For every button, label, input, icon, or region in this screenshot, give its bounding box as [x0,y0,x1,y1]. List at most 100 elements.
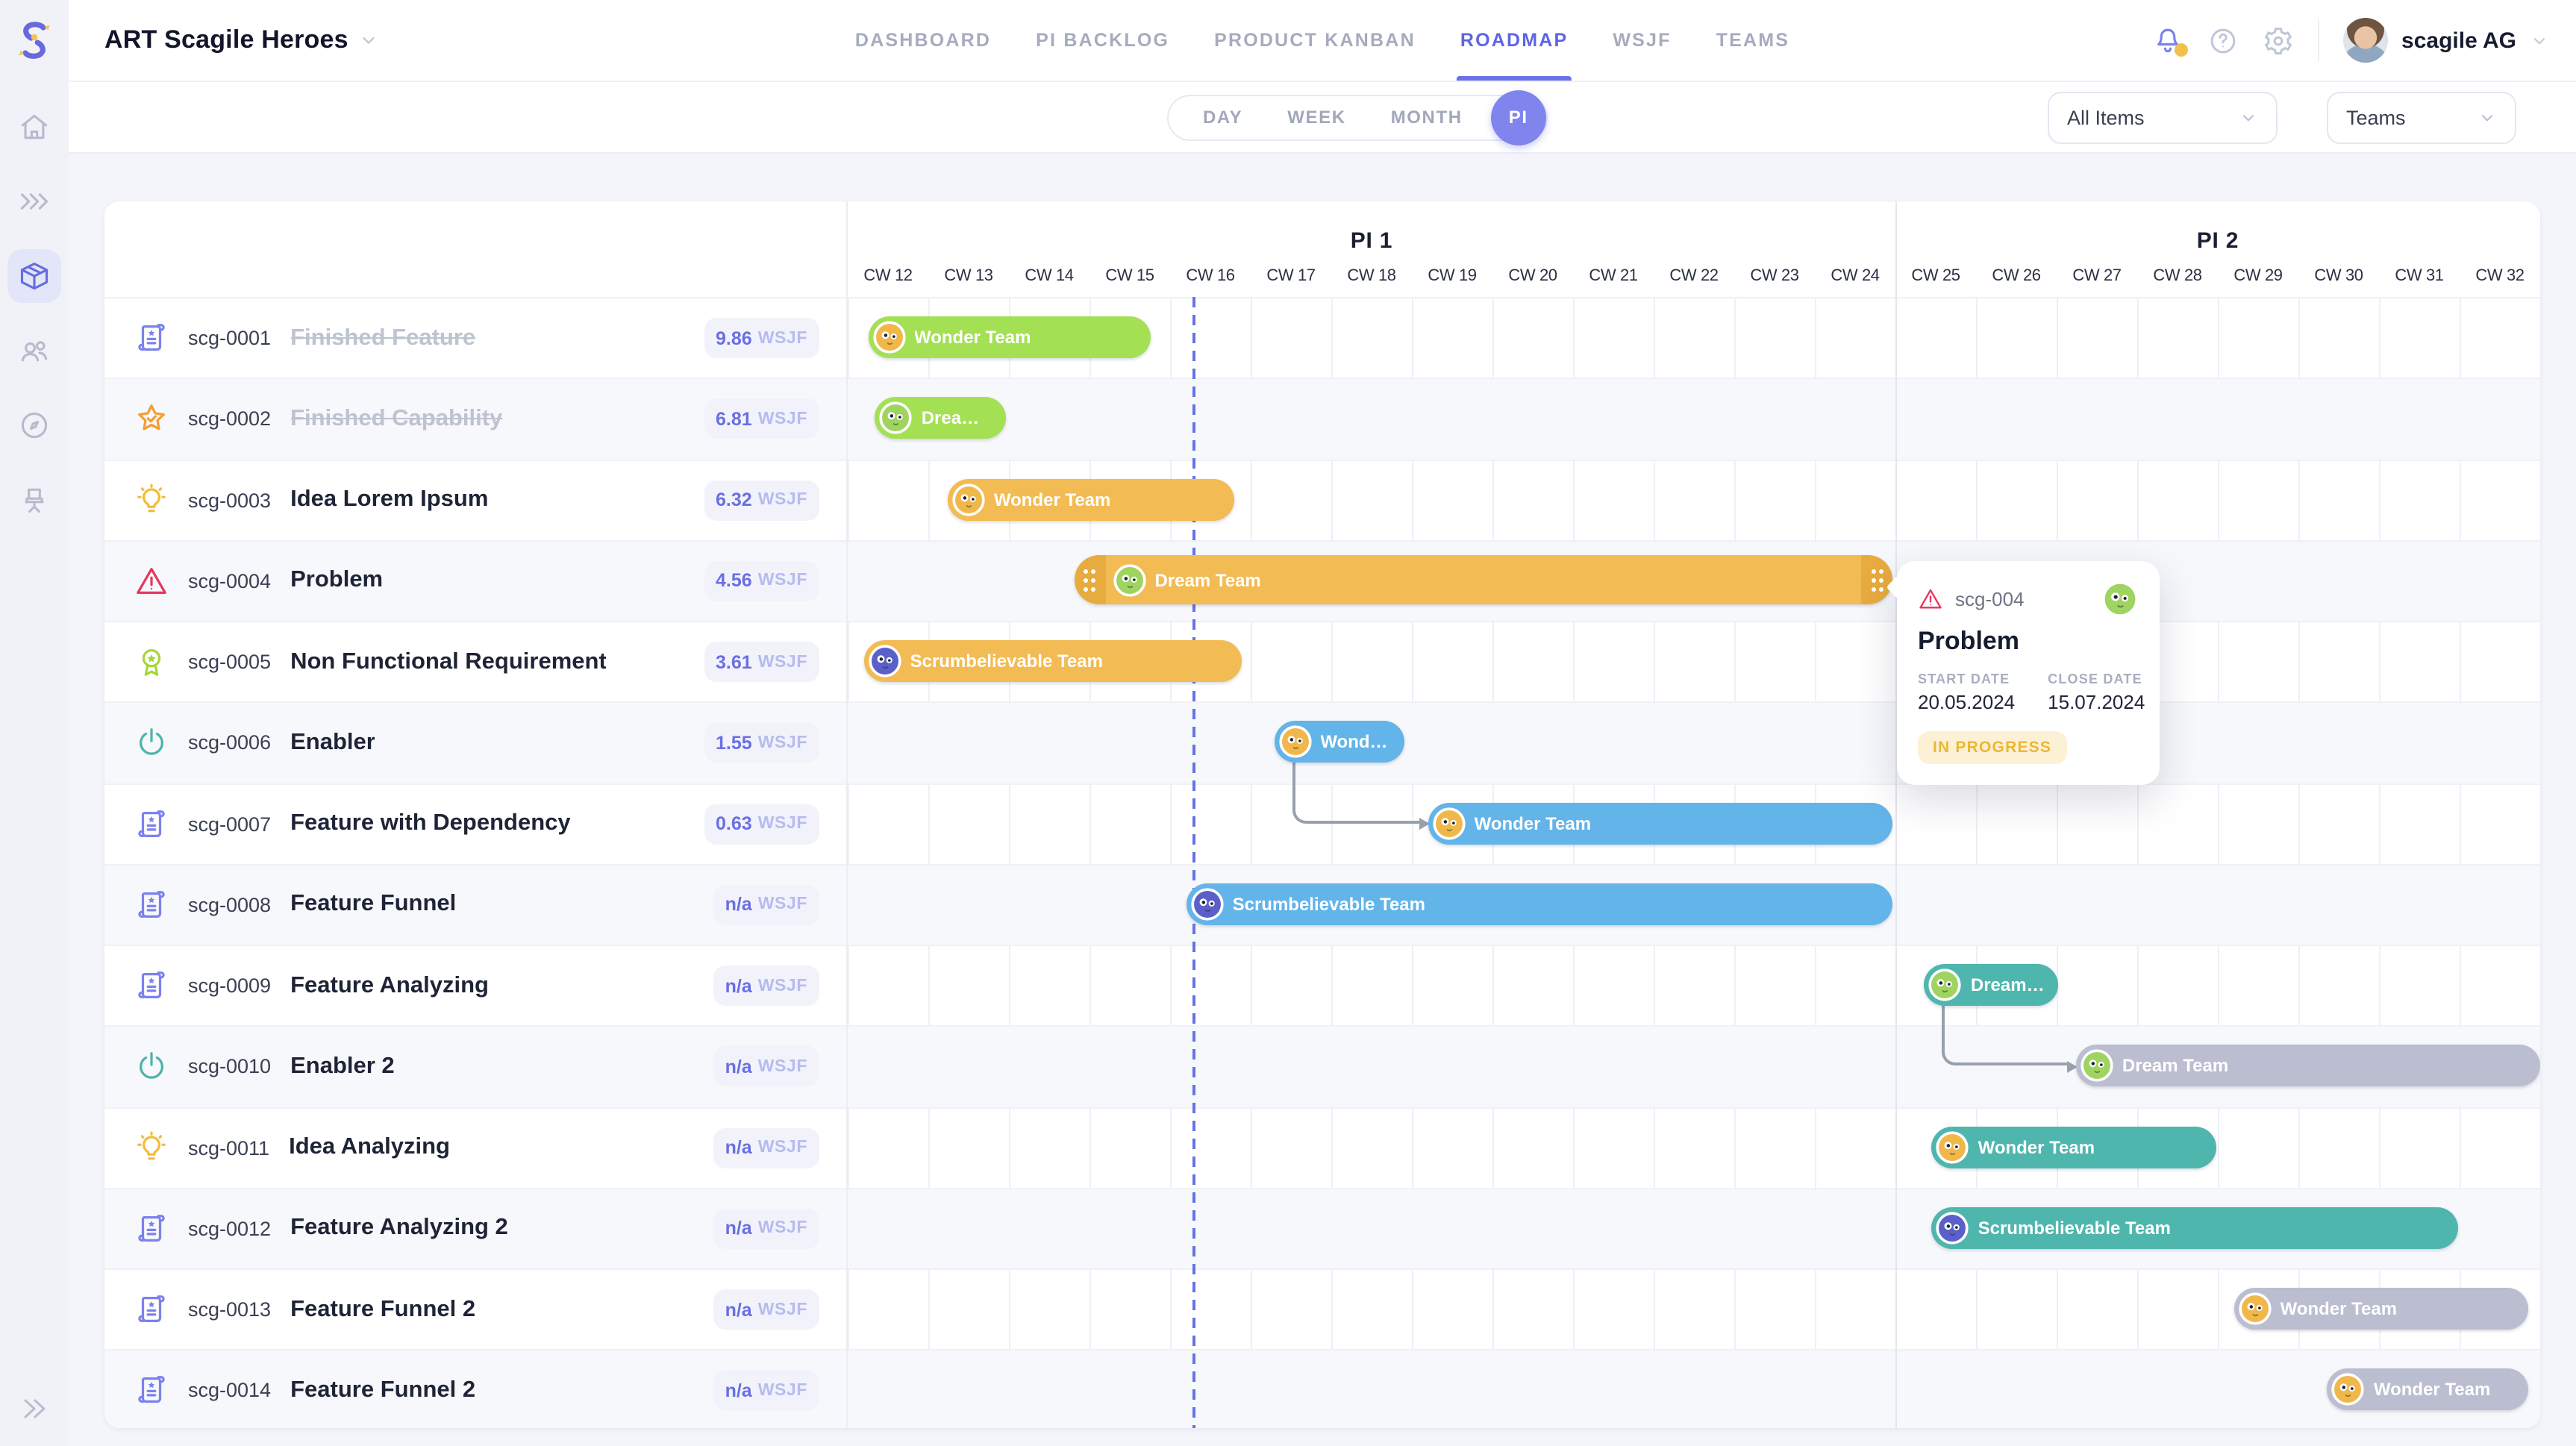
item-name: Enabler [290,730,375,757]
backlog-row-scg-0002[interactable]: scg-0002Finished Capability6.81WSJF [104,378,846,460]
gantt-bar-scg-0008[interactable]: Scrumbelievable Team [1187,883,1892,925]
item-name: Finished Feature [290,325,475,351]
bar-team-label: Scrumbelievable Team [1978,1218,2183,1239]
top-bar: ART Scagile Heroes DASHBOARD PI BACKLOG PR… [69,0,2576,82]
nav-tab-wsjf[interactable]: WSJF [1613,0,1671,81]
help-icon[interactable] [2207,25,2239,56]
sidebar-item-backlog-package[interactable] [0,239,69,313]
backlog-row-scg-0007[interactable]: scg-0007Feature with Dependency0.63WSJF [104,783,846,864]
user-menu[interactable]: scagile AG [2343,18,2549,63]
item-id: scg-0007 [188,813,271,835]
backlog-row-scg-0009[interactable]: scg-0009Feature Analyzingn/aWSJF [104,945,846,1026]
backlog-row-scg-0014[interactable]: scg-0014Feature Funnel 2n/aWSJF [104,1350,846,1429]
cw-label: CW 23 [1734,254,1815,297]
cw-label: CW 13 [928,254,1009,297]
sidebar-item-teams[interactable] [0,313,69,388]
sidebar-item-flows[interactable] [0,164,69,239]
pi-divider [1895,297,1897,1428]
dependency-arrow [1292,763,1419,824]
cw-label: CW 24 [1815,254,1895,297]
nav-tab-pi-backlog[interactable]: PI BACKLOG [1036,0,1169,81]
sidebar-expand-button[interactable] [18,1392,51,1425]
nav-tab-teams[interactable]: TEAMS [1716,0,1790,81]
nav-tab-roadmap[interactable]: ROADMAP [1460,0,1569,81]
sidebar-item-workspace[interactable] [0,463,69,537]
tooltip-item-id: scg-004 [1955,588,2025,610]
item-id: scg-0006 [188,732,271,754]
gantt-bar-scg-0011[interactable]: Wonder Team [1932,1126,2216,1168]
drag-handle-right[interactable] [1862,556,1893,605]
view-option-pi[interactable]: PI [1491,90,1546,145]
top-right-actions: scagile AG [2152,18,2576,63]
timeline-header: PI 1PI 2 CW 12CW 13CW 14CW 15CW 16CW 17C… [848,201,2540,297]
feature-icon [134,1292,169,1327]
gantt-bar-scg-0013[interactable]: Wonder Team [2234,1288,2529,1330]
nav-tab-product-kanban[interactable]: PRODUCT KANBAN [1214,0,1416,81]
feature-icon [134,807,169,841]
item-filter-select[interactable]: All Items [2048,91,2278,143]
team-avatar [1936,1212,1969,1245]
gantt-bar-scg-0003[interactable]: Wonder Team [948,478,1234,520]
user-avatar [2343,18,2388,63]
gantt-bar-scg-0006[interactable]: Wonder... [1274,722,1404,763]
item-name: Problem [290,568,383,595]
org-switcher[interactable]: ART Scagile Heroes [104,25,380,55]
view-option-week[interactable]: WEEK [1265,107,1368,128]
gantt-bar-scg-0009[interactable]: Dream T... [1925,964,2058,1006]
backlog-row-scg-0013[interactable]: scg-0013Feature Funnel 2n/aWSJF [104,1268,846,1350]
backlog-row-scg-0006[interactable]: scg-0006Enabler1.55WSJF [104,702,846,783]
cw-label: CW 22 [1654,254,1734,297]
problem-icon [134,564,169,598]
group-filter-value: Teams [2346,106,2406,128]
bell-icon[interactable] [2152,25,2183,56]
gantt-bar-scg-0002[interactable]: Dream T... [875,398,1006,439]
drag-handle-left[interactable] [1074,556,1105,605]
cw-label: CW 20 [1492,254,1573,297]
view-option-day[interactable]: DAY [1181,107,1265,128]
backlog-row-scg-0011[interactable]: scg-0011Idea Analyzingn/aWSJF [104,1107,846,1188]
view-option-month[interactable]: MONTH [1369,107,1485,128]
compass-icon [18,409,51,442]
sidebar-item-explore[interactable] [0,388,69,463]
backlog-row-scg-0003[interactable]: scg-0003Idea Lorem Ipsum6.32WSJF [104,459,846,540]
cw-label: CW 32 [2460,254,2540,297]
backlog-row-scg-0008[interactable]: scg-0008Feature Funneln/aWSJF [104,864,846,945]
item-id: scg-0010 [188,1056,271,1078]
backlog-row-scg-0010[interactable]: scg-0010Enabler 2n/aWSJF [104,1026,846,1107]
bar-team-label: Scrumbelievable Team [910,651,1115,672]
feature-icon [134,1374,169,1408]
gantt-bar-scg-0014[interactable]: Wonder Team [2328,1369,2529,1411]
item-name: Finished Capability [290,406,502,433]
backlog-row-scg-0005[interactable]: scg-0005Non Functional Requirement3.61WS… [104,621,846,702]
sidebar-item-home[interactable] [0,90,69,164]
bar-team-label: Dream Team [2122,1056,2240,1077]
pi-group-label: PI 2 [1895,201,2540,254]
wsjf-badge: n/aWSJF [713,885,819,925]
org-name: ART Scagile Heroes [104,25,348,55]
backlog-row-scg-0001[interactable]: scg-0001Finished Feature9.86WSJF [104,297,846,378]
gantt-bar-scg-0012[interactable]: Scrumbelievable Team [1932,1207,2459,1249]
gantt-bar-scg-0001[interactable]: Wonder Team [868,316,1151,358]
item-name: Idea Analyzing [289,1134,450,1161]
backlog-row-scg-0012[interactable]: scg-0012Feature Analyzing 2n/aWSJF [104,1188,846,1269]
gantt-bar-scg-0010[interactable]: Dream Team [2076,1045,2540,1087]
chevron-down-icon [2530,31,2549,50]
item-id: scg-0003 [188,489,271,511]
gantt-bar-scg-0007[interactable]: Wonder Team [1428,802,1892,844]
roadmap-gantt: scg-0001Finished Feature9.86WSJFscg-0002… [104,201,2540,1428]
item-name: Feature Analyzing [290,972,489,999]
gantt-bar-scg-0005[interactable]: Scrumbelievable Team [864,640,1241,682]
cw-label: CW 31 [2379,254,2460,297]
tooltip-start-date: START DATE 20.05.2024 [1918,672,2015,713]
wsjf-badge: n/aWSJF [713,1371,819,1411]
group-filter-select[interactable]: Teams [2327,91,2516,143]
bar-team-label: Dream T... [922,408,1006,429]
backlog-row-scg-0004[interactable]: scg-0004Problem4.56WSJF [104,540,846,622]
nav-tab-dashboard[interactable]: DASHBOARD [855,0,991,81]
gear-icon[interactable] [2263,25,2294,56]
scagile-logo-icon[interactable] [10,16,58,64]
cw-label: CW 27 [2057,254,2137,297]
item-id: scg-0012 [188,1218,271,1240]
gantt-bar-scg-0004[interactable]: Dream Team [1074,556,1892,605]
team-avatar [869,645,901,677]
